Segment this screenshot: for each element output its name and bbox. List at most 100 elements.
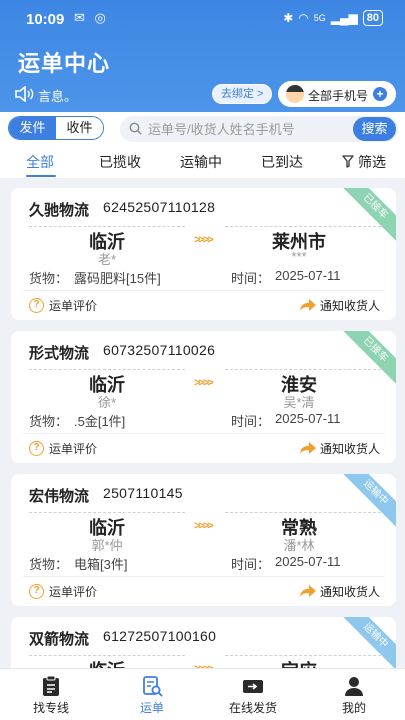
goods-value: 电箱[3件]: [74, 557, 128, 572]
plus-icon[interactable]: +: [373, 87, 387, 101]
share-arrow-icon: [299, 299, 316, 311]
nav-label: 我的: [341, 701, 366, 715]
seg-receive[interactable]: 收件: [56, 117, 103, 139]
share-arrow-icon: [299, 585, 316, 597]
notify-label: 通知收货人: [319, 441, 380, 456]
page-title: 运单中心: [18, 51, 111, 76]
status-bar: 10:09 ✉ ◎ ✱ ◠ 5G ▂▄▆ 80: [0, 0, 405, 38]
ship-card-icon: [243, 680, 263, 693]
bluetooth-icon: ✱: [283, 11, 294, 25]
status-time: 10:09: [26, 11, 65, 28]
tab-filter[interactable]: 筛选: [358, 152, 386, 172]
search-row: 发件 收件 搜索: [0, 112, 405, 146]
divider: [23, 290, 384, 291]
time-label: 时间：: [231, 414, 271, 429]
divider: [29, 655, 185, 656]
nav-label: 在线发货: [228, 701, 277, 715]
question-icon: ?: [29, 583, 44, 599]
tab-arrived[interactable]: 已到达: [261, 152, 303, 172]
order-card[interactable]: 形式物流 60732507110026 已接车 临沂 徐* >>>> 淮安 吴*…: [11, 331, 396, 463]
evaluate-label: 运单评价: [49, 584, 98, 599]
notice-bar: 言息。 去绑定 > 全部手机号 +: [0, 78, 405, 110]
divider: [29, 226, 185, 227]
origin-city: 临沂: [47, 657, 167, 668]
bind-button[interactable]: 去绑定 >: [212, 84, 273, 104]
tab-transit[interactable]: 运输中: [180, 152, 222, 172]
tab-picked[interactable]: 已揽收: [99, 152, 141, 172]
divider: [225, 226, 381, 227]
search-box: 搜索: [120, 116, 398, 142]
receiver-name: 潘*林: [283, 538, 315, 553]
notify-label: 通知收货人: [319, 298, 380, 313]
goods-label: 货物：: [29, 414, 69, 429]
nav-online-ship[interactable]: 在线发货: [213, 675, 293, 716]
status-tabs: 全部 已揽收 运输中 已到达 筛选: [0, 146, 405, 178]
nav-waybill[interactable]: 运单: [112, 675, 192, 716]
tab-all[interactable]: 全部: [26, 152, 54, 172]
goods-value: .5金[1件]: [74, 414, 126, 429]
search-button[interactable]: 搜索: [353, 117, 396, 141]
carrier-name: 宏伟物流: [29, 488, 90, 505]
seg-send[interactable]: 发件: [9, 117, 56, 139]
evaluate-label: 运单评价: [49, 298, 98, 313]
order-card[interactable]: 久驰物流 62452507110128 已接车 临沂 老* >>>> 莱州市 *…: [11, 188, 396, 320]
notify-label: 通知收货人: [319, 584, 380, 599]
phone-selector[interactable]: 全部手机号 +: [278, 81, 396, 107]
waybill-number: 2507110145: [103, 485, 183, 501]
signal-icon: ▂▄▆: [330, 11, 358, 25]
order-card[interactable]: 宏伟物流 2507110145 运输中 临沂 郭*仲 >>>> 常熟 潘*林 货…: [11, 474, 396, 606]
header-area: 10:09 ✉ ◎ ✱ ◠ 5G ▂▄▆ 80 运单中心 言息。 去绑定 > 全…: [0, 0, 405, 112]
nav-find-line[interactable]: 找专线: [11, 675, 91, 716]
route-arrow-icon: >>>>: [194, 234, 214, 246]
waybill-number: 62452507110128: [103, 199, 216, 215]
notice-text: 言息。: [38, 89, 78, 104]
sender-name: 徐*: [97, 395, 117, 410]
divider: [23, 576, 384, 577]
time-label: 时间：: [231, 271, 271, 286]
status-right: ✱ ◠ 5G ▂▄▆ 80: [283, 10, 383, 26]
search-input[interactable]: [148, 119, 344, 139]
bottom-nav: 找专线 运单 在线发货 我的: [0, 668, 405, 720]
goods-label: 货物：: [29, 557, 69, 572]
order-list: 久驰物流 62452507110128 已接车 临沂 老* >>>> 莱州市 *…: [0, 178, 405, 668]
clipboard-icon: [43, 675, 59, 696]
direction-toggle: 发件 收件: [8, 116, 104, 140]
divider: [225, 655, 381, 656]
route-arrow-icon: >>>>: [194, 377, 214, 389]
route-arrow-icon: >>>>: [194, 520, 214, 532]
evaluate-button[interactable]: ? 运单评价: [29, 296, 97, 314]
divider: [225, 512, 381, 513]
waybill-number: 61272507100160: [103, 628, 217, 644]
avatar: [286, 85, 304, 103]
question-icon: ?: [29, 440, 44, 456]
waybill-search-icon: [143, 676, 163, 697]
evaluate-button[interactable]: ? 运单评价: [29, 582, 97, 600]
filter-icon: [342, 155, 354, 168]
time-value: 2025-07-11: [275, 268, 341, 283]
divider: [23, 433, 384, 434]
divider: [29, 369, 185, 370]
sender-name: 老*: [97, 252, 117, 267]
search-icon: [129, 122, 142, 135]
receiver-name: ***: [291, 249, 307, 264]
time-label: 时间：: [231, 557, 271, 572]
order-card[interactable]: 双箭物流 61272507100160 运输中 临沂 >>>> 宝应: [11, 617, 396, 668]
wifi-icon: ◠: [298, 11, 309, 25]
notify-receiver-button[interactable]: 通知收货人: [299, 439, 380, 457]
receiver-name: 吴*清: [283, 395, 315, 410]
notify-receiver-button[interactable]: 通知收货人: [299, 296, 380, 314]
person-icon: [345, 677, 363, 696]
speaker-icon: [15, 86, 34, 102]
notify-receiver-button[interactable]: 通知收货人: [299, 582, 380, 600]
time-value: 2025-07-11: [275, 411, 341, 426]
tab-underline: [26, 175, 56, 177]
time-value: 2025-07-11: [275, 554, 341, 569]
evaluate-button[interactable]: ? 运单评价: [29, 439, 97, 457]
goods-value: 露码肥料[15件]: [74, 271, 161, 286]
sender-name: 郭*仲: [91, 538, 123, 553]
battery-icon: 80: [362, 10, 383, 26]
destination-city: 宝应: [239, 657, 359, 668]
nav-mine[interactable]: 我的: [314, 675, 394, 716]
carrier-name: 双箭物流: [29, 631, 90, 648]
share-arrow-icon: [299, 442, 316, 454]
